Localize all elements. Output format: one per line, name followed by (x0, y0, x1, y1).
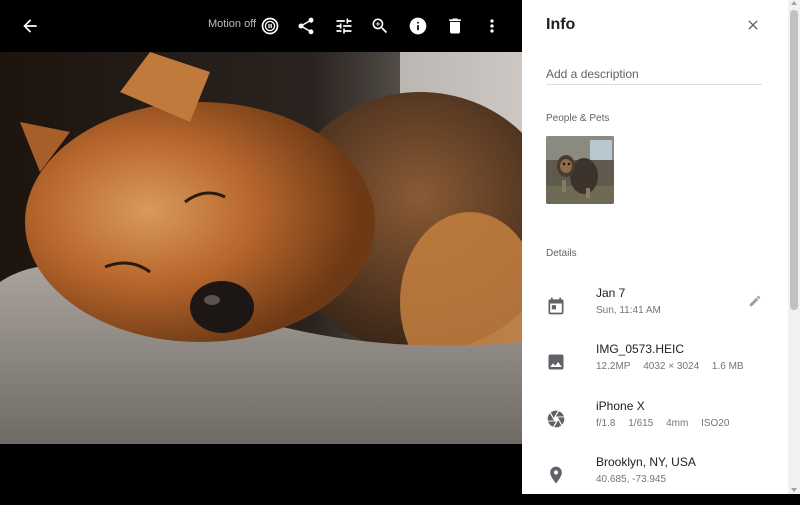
share-icon (298, 17, 314, 35)
image-icon (546, 352, 566, 372)
date-time-text: Sun, 11:41 AM (596, 305, 661, 316)
dog-photo (0, 52, 522, 444)
file-size-text: 1.6 MB (711, 361, 744, 372)
edit-date-button[interactable] (748, 294, 764, 310)
motion-status-label: Motion off (208, 18, 257, 30)
zoom-in-icon (372, 18, 388, 34)
info-panel: Info People & Pets Details Jan 7 Sun, 11… (522, 0, 788, 494)
description-input[interactable] (546, 64, 762, 85)
details-heading: Details (546, 248, 577, 259)
file-name-text: IMG_0573.HEIC (596, 342, 685, 356)
shutter-speed-text: 1/615 (628, 418, 654, 429)
zoom-button[interactable] (366, 12, 394, 40)
focal-length-text: 4mm (666, 418, 689, 429)
info-icon (409, 17, 427, 35)
close-icon (748, 20, 758, 30)
info-button[interactable] (404, 12, 432, 40)
detail-location[interactable]: Brooklyn, NY, USA 40.685, -73.945 (522, 455, 788, 505)
calendar-icon (546, 296, 566, 316)
arrow-back-icon (23, 19, 37, 33)
resolution-mp-text: 12.2MP (596, 361, 631, 372)
close-panel-button[interactable] (742, 14, 764, 36)
panel-scrollbar[interactable] (788, 0, 800, 494)
motion-toggle-button[interactable] (256, 12, 284, 40)
viewer-toolbar: Motion off (0, 0, 522, 52)
file-meta: 12.2MP 4032 × 3024 1.6 MB (596, 361, 754, 372)
iso-text: ISO20 (701, 418, 730, 429)
back-button[interactable] (16, 12, 44, 40)
motion-photo-icon (261, 17, 279, 35)
detail-camera: iPhone X f/1.8 1/615 4mm ISO20 (522, 399, 788, 449)
photo-viewer: Motion off (0, 0, 522, 494)
pet-face-image (546, 136, 614, 204)
scroll-up-arrow-icon[interactable] (791, 1, 797, 5)
panel-title: Info (546, 16, 576, 33)
trash-icon (449, 18, 461, 34)
location-name-text: Brooklyn, NY, USA (596, 455, 696, 469)
dimensions-text: 4032 × 3024 (643, 361, 700, 372)
tune-icon (336, 18, 352, 34)
camera-meta: f/1.8 1/615 4mm ISO20 (596, 418, 739, 429)
more-options-button[interactable] (478, 12, 506, 40)
aperture-text: f/1.8 (596, 418, 616, 429)
aperture-icon (546, 409, 566, 429)
people-pets-heading: People & Pets (546, 113, 610, 124)
date-text: Jan 7 (596, 286, 626, 300)
delete-button[interactable] (441, 12, 469, 40)
share-button[interactable] (292, 12, 320, 40)
scrollbar-thumb[interactable] (790, 10, 798, 310)
scroll-down-arrow-icon[interactable] (791, 488, 797, 492)
pencil-icon (749, 295, 761, 307)
coordinates-text: 40.685, -73.945 (596, 474, 667, 485)
pet-face-thumbnail[interactable] (546, 136, 614, 204)
edit-adjust-button[interactable] (330, 12, 358, 40)
more-vert-icon (490, 19, 494, 33)
place-icon (546, 465, 566, 485)
camera-model-text: iPhone X (596, 399, 645, 413)
detail-file: IMG_0573.HEIC 12.2MP 4032 × 3024 1.6 MB (522, 342, 788, 392)
detail-date: Jan 7 Sun, 11:41 AM (522, 286, 788, 336)
